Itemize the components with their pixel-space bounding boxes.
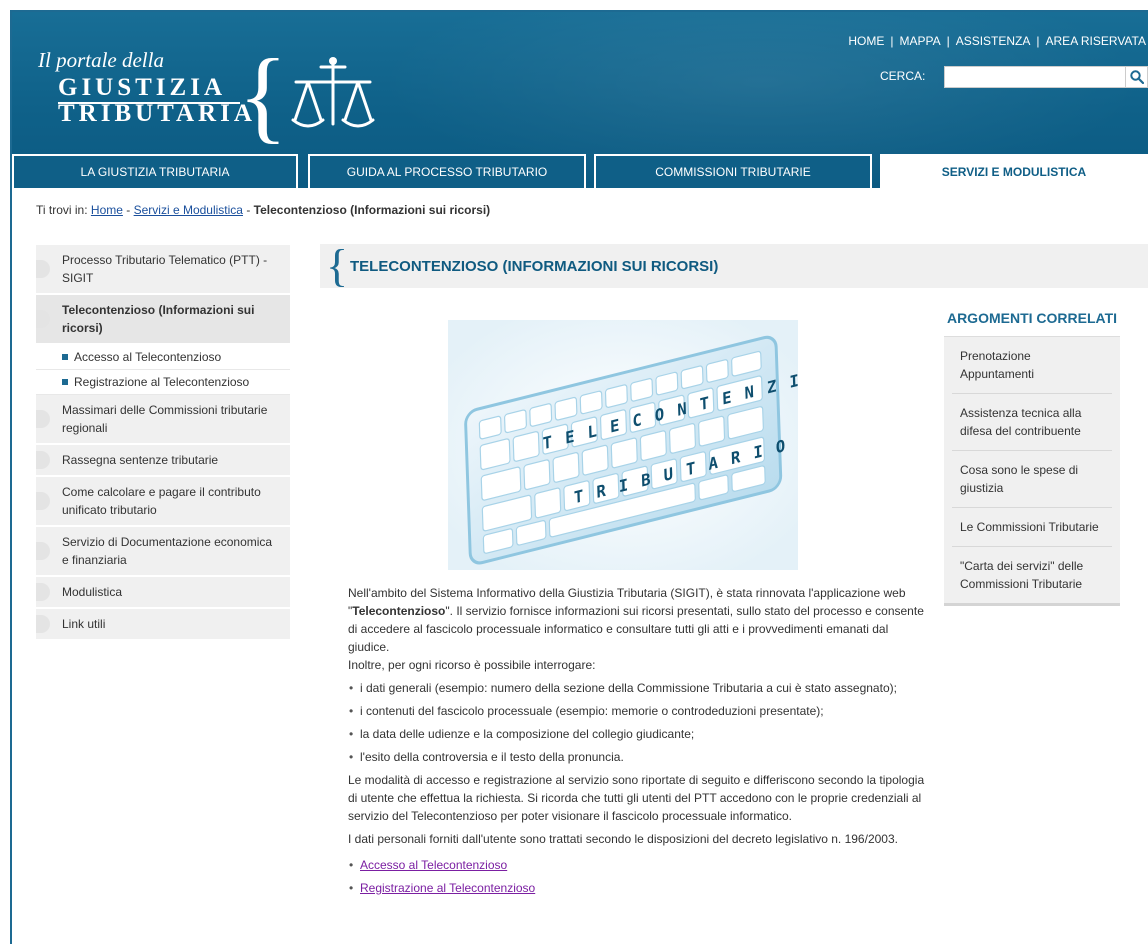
list-item: i dati generali (esempio: numero della s… xyxy=(348,679,928,697)
related-item[interactable]: Le Commissioni Tributarie xyxy=(952,508,1112,547)
square-bullet-icon xyxy=(62,354,68,360)
sidebar-item-link-utili[interactable]: Link utili xyxy=(36,609,290,641)
tab-commissioni-tributarie[interactable]: COMMISSIONI TRIBUTARIE xyxy=(594,154,872,188)
logo-tagline: Il portale della xyxy=(38,48,164,72)
sidebar-subitem-label: Registrazione al Telecontenzioso xyxy=(74,375,250,389)
logo-title-line2[interactable]: TRIBUTARIA xyxy=(58,100,256,128)
related-item[interactable]: Cosa sono le spese di giustizia xyxy=(952,451,1112,508)
breadcrumb-section[interactable]: Servizi e Modulistica xyxy=(134,203,243,217)
intro-paragraph: Nell'ambito del Sistema Informativo dell… xyxy=(348,584,928,656)
breadcrumb-separator: - xyxy=(246,203,251,217)
sidebar-subitem-registrazione[interactable]: Registrazione al Telecontenzioso xyxy=(36,370,290,395)
breadcrumb-current: Telecontenzioso (Informazioni sui ricors… xyxy=(253,203,491,217)
top-link-mappa[interactable]: MAPPA xyxy=(899,34,940,48)
sidebar-item-modulistica[interactable]: Modulistica xyxy=(36,577,290,609)
link-accesso-telecontenzioso[interactable]: Accesso al Telecontenzioso xyxy=(360,858,507,872)
sidebar-item-massimari[interactable]: Massimari delle Commissioni tributarie r… xyxy=(36,395,290,445)
intro-list-lead: Inoltre, per ogni ricorso è possibile in… xyxy=(348,658,596,672)
search-button[interactable] xyxy=(1126,66,1148,88)
privacy-paragraph: I dati personali forniti dall'utente son… xyxy=(348,832,898,846)
logo-brace: { xyxy=(238,38,288,153)
site-header: Il portale della GIUSTIZIA TRIBUTARIA { … xyxy=(12,12,1148,188)
link-registrazione-telecontenzioso[interactable]: Registrazione al Telecontenzioso xyxy=(360,881,535,895)
sidebar-nav: Processo Tributario Telematico (PTT) - S… xyxy=(36,245,290,641)
sidebar-subitem-label: Accesso al Telecontenzioso xyxy=(74,350,222,364)
search-label: CERCA: xyxy=(880,69,926,83)
sidebar-item-ptt-sigit[interactable]: Processo Tributario Telematico (PTT) - S… xyxy=(36,245,290,295)
page-frame: Il portale della GIUSTIZIA TRIBUTARIA { … xyxy=(10,10,1148,944)
access-paragraph: Le modalità di accesso e registrazione a… xyxy=(348,773,925,823)
breadcrumb: Ti trovi in: Home - Servizi e Modulistic… xyxy=(36,203,490,217)
search-input[interactable] xyxy=(944,66,1126,88)
link-separator: | xyxy=(890,34,894,48)
page-title-bar: { TELECONTENZIOSO (INFORMAZIONI SUI RICO… xyxy=(320,240,1148,291)
related-topics-title: ARGOMENTI CORRELATI xyxy=(944,310,1120,337)
top-link-home[interactable]: HOME xyxy=(848,34,884,48)
link-separator: | xyxy=(1036,34,1040,48)
main-nav-tabs: LA GIUSTIZIA TRIBUTARIA GUIDA AL PROCESS… xyxy=(12,154,1148,188)
list-item: la data delle udienze e la composizione … xyxy=(348,725,928,743)
list-item: Accesso al Telecontenzioso xyxy=(348,856,928,874)
related-topics-list: Prenotazione Appuntamenti Assistenza tec… xyxy=(944,337,1120,606)
breadcrumb-home[interactable]: Home xyxy=(91,203,123,217)
link-separator: | xyxy=(946,34,950,48)
tab-guida-processo[interactable]: GUIDA AL PROCESSO TRIBUTARIO xyxy=(308,154,586,188)
sidebar-item-rassegna-sentenze[interactable]: Rassegna sentenze tributarie xyxy=(36,445,290,477)
list-item: Registrazione al Telecontenzioso xyxy=(348,879,928,897)
sidebar-subitem-accesso[interactable]: Accesso al Telecontenzioso xyxy=(36,345,290,370)
sidebar-item-contributo-unificato[interactable]: Come calcolare e pagare il contributo un… xyxy=(36,477,290,527)
top-links: HOME | MAPPA | ASSISTENZA | AREA RISERVATA xyxy=(848,34,1146,48)
tab-giustizia-tributaria[interactable]: LA GIUSTIZIA TRIBUTARIA xyxy=(12,154,298,188)
service-links-list: Accesso al Telecontenzioso Registrazione… xyxy=(348,856,928,897)
tab-servizi-modulistica[interactable]: SERVIZI E MODULISTICA xyxy=(880,154,1148,188)
list-item: i contenuti del fascicolo processuale (e… xyxy=(348,702,928,720)
breadcrumb-separator: - xyxy=(126,203,131,217)
search-icon xyxy=(1129,70,1144,84)
main-content: Nell'ambito del Sistema Informativo dell… xyxy=(348,584,928,902)
breadcrumb-prefix: Ti trovi in: xyxy=(36,203,88,217)
sidebar-item-documentazione[interactable]: Servizio di Documentazione economica e f… xyxy=(36,527,290,577)
query-list: i dati generali (esempio: numero della s… xyxy=(348,679,928,766)
list-item: l'esito della controversia e il testo de… xyxy=(348,748,928,766)
intro-bold-text: Telecontenzioso xyxy=(352,604,446,618)
scales-of-justice-icon xyxy=(291,57,375,128)
related-item[interactable]: Prenotazione Appuntamenti xyxy=(952,337,1112,394)
related-topics: ARGOMENTI CORRELATI Prenotazione Appunta… xyxy=(944,310,1120,606)
related-item[interactable]: "Carta dei servizi" delle Commissioni Tr… xyxy=(952,547,1112,603)
square-bullet-icon xyxy=(62,379,68,385)
related-item[interactable]: Assistenza tecnica alla difesa del contr… xyxy=(952,394,1112,451)
keyboard-illustration: TELECONTENZIOSO TRIBUTARIO xyxy=(448,320,798,570)
top-link-area-riservata[interactable]: AREA RISERVATA xyxy=(1046,34,1146,48)
title-brace: { xyxy=(326,240,349,291)
top-link-assistenza[interactable]: ASSISTENZA xyxy=(956,34,1031,48)
sidebar-item-telecontenzioso[interactable]: Telecontenzioso (Informazioni sui ricors… xyxy=(36,295,290,345)
page-title: TELECONTENZIOSO (INFORMAZIONI SUI RICORS… xyxy=(350,258,719,275)
logo-title-line1[interactable]: GIUSTIZIA xyxy=(58,74,226,102)
